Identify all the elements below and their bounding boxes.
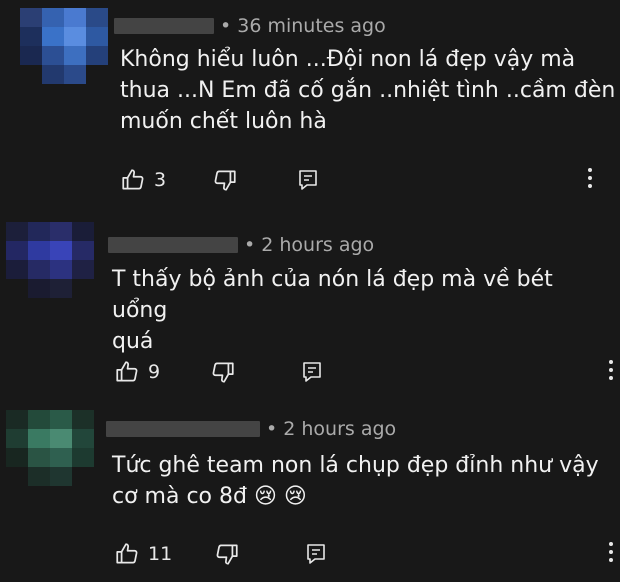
like-button[interactable]: 9 [114, 358, 160, 386]
author-name[interactable] [108, 237, 238, 253]
reply-icon [296, 168, 320, 192]
author-name[interactable] [114, 18, 214, 34]
like-button[interactable]: 11 [114, 540, 172, 568]
thumbs-down-icon [210, 359, 236, 385]
dislike-button[interactable] [212, 166, 238, 194]
thumbs-up-icon [120, 167, 146, 193]
comment-text: T thấy bộ ảnh của nón lá đẹp mà về bét u… [112, 264, 612, 357]
more-vert-icon[interactable] [606, 360, 616, 386]
like-count: 3 [154, 169, 167, 191]
like-count: 9 [148, 361, 161, 383]
dislike-button[interactable] [210, 358, 236, 386]
avatar[interactable] [6, 222, 94, 298]
comment-line: muốn chết luôn hà [120, 109, 327, 134]
comment-text: Tức ghê team non lá chụp đẹp đỉnh như vậ… [112, 450, 612, 512]
avatar[interactable] [6, 410, 94, 486]
reply-icon [300, 360, 324, 384]
comment-meta: • 2 hours ago [106, 416, 396, 442]
comment-actions: 3 [0, 166, 620, 194]
comment-actions: 11 [0, 540, 620, 568]
comment-line: Không hiểu luôn ...Đội non lá đẹp vậy mà [120, 47, 576, 72]
comment-line: thua ...N Em đã cố gắn ..nhiệt tình ..cầ… [120, 78, 616, 103]
thumbs-up-icon [114, 359, 140, 385]
author-name[interactable] [106, 421, 260, 437]
avatar[interactable] [20, 8, 108, 84]
comment-time[interactable]: • 2 hours ago [266, 418, 396, 440]
comment-meta: • 36 minutes ago [114, 13, 386, 39]
comment-time[interactable]: • 36 minutes ago [220, 15, 386, 37]
thumbs-up-icon [114, 541, 140, 567]
comment-text: Không hiểu luôn ...Đội non lá đẹp vậy mà… [120, 44, 620, 137]
reply-icon [304, 542, 328, 566]
more-vert-icon[interactable] [606, 542, 616, 568]
comment-actions: 9 [0, 358, 620, 386]
comment-line: Tức ghê team non lá chụp đẹp đỉnh như vậ… [112, 453, 599, 478]
like-count: 11 [148, 543, 173, 565]
comment-time[interactable]: • 2 hours ago [244, 234, 374, 256]
dislike-button[interactable] [214, 540, 240, 568]
thumbs-down-icon [214, 541, 240, 567]
comment-line: T thấy bộ ảnh của nón lá đẹp mà về bét u… [112, 267, 553, 323]
like-button[interactable]: 3 [120, 166, 166, 194]
more-vert-icon[interactable] [585, 168, 595, 194]
reply-button[interactable] [300, 358, 324, 386]
comment-line: quá [112, 329, 154, 354]
reply-button[interactable] [296, 166, 320, 194]
comment-meta: • 2 hours ago [108, 232, 374, 258]
reply-button[interactable] [304, 540, 328, 568]
comment-line: cơ mà co 8đ 😢 😢 [112, 484, 307, 509]
thumbs-down-icon [212, 167, 238, 193]
